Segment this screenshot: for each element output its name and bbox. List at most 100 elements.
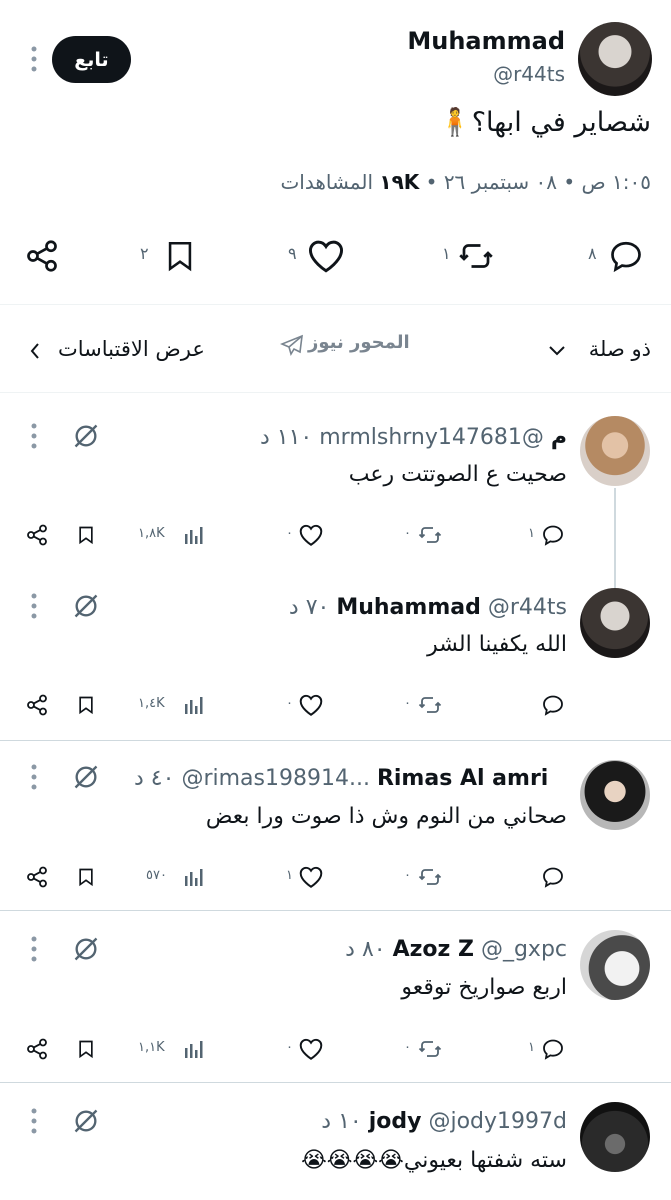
reply-timestamp: ١١٠ د <box>259 425 313 450</box>
reply-count: ١ <box>528 526 535 541</box>
reply-author-name[interactable]: م <box>551 425 567 450</box>
relevance-dropdown[interactable]: ذو صلة <box>589 337 651 361</box>
divider <box>0 304 671 305</box>
analytics-icon[interactable] <box>180 1036 206 1062</box>
retweet-icon[interactable] <box>414 862 446 892</box>
reply-header: Muhammad @r44ts ٧٠ د <box>289 595 567 620</box>
reply-timestamp: ٧٠ د <box>288 595 330 620</box>
share-icon[interactable] <box>22 862 52 892</box>
reply-text: اربع صواريخ توقعو <box>401 975 567 1000</box>
reply-author-handle[interactable]: @jody1997d <box>428 1109 567 1134</box>
tweet-meta: ١:٠٥ ص • ٠٨ سبتمبر ٢٦ • ١٩K المشاهدات <box>280 170 651 194</box>
retweet-count: ١ <box>442 244 451 263</box>
avatar[interactable] <box>580 930 650 1000</box>
heart-icon[interactable] <box>296 862 326 892</box>
avatar[interactable] <box>580 760 650 830</box>
follow-button[interactable]: تابع <box>52 36 131 83</box>
view-quotes-link[interactable]: عرض الاقتباسات <box>58 337 205 361</box>
reply-header: jody @jody1997d ١٠ د <box>321 1109 567 1134</box>
bookmark-icon[interactable] <box>72 1034 100 1064</box>
bookmark-icon[interactable] <box>72 520 100 550</box>
more-options-icon[interactable] <box>22 934 46 964</box>
grok-icon[interactable] <box>70 590 102 622</box>
view-count: ١,١K <box>138 1040 165 1055</box>
grok-icon[interactable] <box>70 933 102 965</box>
more-options-icon[interactable] <box>22 1106 46 1136</box>
like-count: ٠ <box>286 696 293 711</box>
reply-text: سته شفتها بعيوني😭😭😭😭 <box>301 1148 567 1173</box>
grok-icon[interactable] <box>70 1105 102 1137</box>
heart-icon[interactable] <box>302 234 350 278</box>
reply-text: الله يكفينا الشر <box>427 632 567 657</box>
reply-timestamp: ٤٠ د <box>134 766 175 791</box>
reply-icon[interactable] <box>538 1034 568 1064</box>
author-handle[interactable]: @r44ts <box>493 62 565 86</box>
reply-text: صحاني من النوم وش ذا صوت ورا بعض <box>205 804 567 829</box>
retweet-count: ٠ <box>404 696 411 711</box>
views-count: ١٩K <box>379 170 420 194</box>
view-count: ١,٤K <box>138 696 165 711</box>
analytics-icon[interactable] <box>180 864 206 890</box>
avatar[interactable] <box>578 22 652 96</box>
bookmark-count: ٢ <box>140 244 149 263</box>
reply-icon[interactable] <box>538 520 568 550</box>
heart-icon[interactable] <box>296 1034 326 1064</box>
retweet-icon[interactable] <box>414 1034 446 1064</box>
avatar[interactable] <box>580 588 650 658</box>
reply-author-handle[interactable]: @r44ts <box>488 595 567 620</box>
bookmark-icon[interactable] <box>158 234 202 278</box>
avatar[interactable] <box>580 416 650 486</box>
like-count: ١ <box>286 868 293 883</box>
bookmark-icon[interactable] <box>72 690 100 720</box>
reply-author-name[interactable]: Muhammad <box>336 595 481 620</box>
more-options-icon[interactable] <box>22 421 46 451</box>
author-name[interactable]: Muhammad <box>407 27 565 55</box>
reply-timestamp: ١٠ د <box>321 1109 362 1134</box>
retweet-icon[interactable] <box>452 234 500 278</box>
share-icon[interactable] <box>22 1034 52 1064</box>
tweet-text: شصاير في ابها؟🧍 <box>438 107 651 138</box>
reply-header: م @mrmlshrny147681 ١١٠ د <box>260 425 567 450</box>
bookmark-icon[interactable] <box>72 862 100 892</box>
like-count: ٩ <box>288 244 297 263</box>
retweet-count: ٠ <box>404 1040 411 1055</box>
share-icon[interactable] <box>20 234 64 278</box>
reply-author-handle[interactable]: @rimas198914... <box>181 766 370 791</box>
heart-icon[interactable] <box>296 690 326 720</box>
reply-count: ١ <box>528 1040 535 1055</box>
analytics-icon[interactable] <box>180 522 206 548</box>
reply-icon[interactable] <box>538 862 568 892</box>
heart-icon[interactable] <box>296 520 326 550</box>
more-options-icon[interactable] <box>22 762 46 792</box>
view-count: ٥٧٠ <box>146 868 167 883</box>
reply-author-name[interactable]: Rimas Al amri <box>377 766 548 791</box>
more-options-icon[interactable] <box>22 591 46 621</box>
share-icon[interactable] <box>22 520 52 550</box>
reply-author-handle[interactable]: @mrmlshrny147681 <box>319 425 544 450</box>
tweet-timestamp: ١:٠٥ ص • ٠٨ سبتمبر ٢٦ • <box>425 170 651 194</box>
retweet-count: ٠ <box>404 868 411 883</box>
chevron-left-icon[interactable] <box>24 338 46 364</box>
reply-icon[interactable] <box>538 690 568 720</box>
reply-author-name[interactable]: Azoz Z <box>393 937 474 962</box>
grok-icon[interactable] <box>70 761 102 793</box>
analytics-icon[interactable] <box>180 692 206 718</box>
reply-author-name[interactable]: jody <box>369 1109 422 1134</box>
telegram-icon <box>278 332 306 358</box>
grok-icon[interactable] <box>70 420 102 452</box>
retweet-icon[interactable] <box>414 690 446 720</box>
reply-timestamp: ٨٠ د <box>345 937 386 962</box>
reply-icon[interactable] <box>604 234 648 278</box>
retweet-icon[interactable] <box>414 520 446 550</box>
reply-count: ٨ <box>588 244 597 263</box>
avatar[interactable] <box>580 1102 650 1172</box>
divider <box>0 392 671 393</box>
share-icon[interactable] <box>22 690 52 720</box>
views-label: المشاهدات <box>280 170 374 194</box>
reply-author-handle[interactable]: @_gxpc <box>481 937 567 962</box>
chevron-down-icon[interactable] <box>544 339 570 363</box>
more-options-icon[interactable] <box>22 44 46 74</box>
reply-header: Azoz Z @_gxpc ٨٠ د <box>345 937 567 962</box>
view-count: ١,٨K <box>138 526 165 541</box>
thread-line <box>614 488 616 588</box>
